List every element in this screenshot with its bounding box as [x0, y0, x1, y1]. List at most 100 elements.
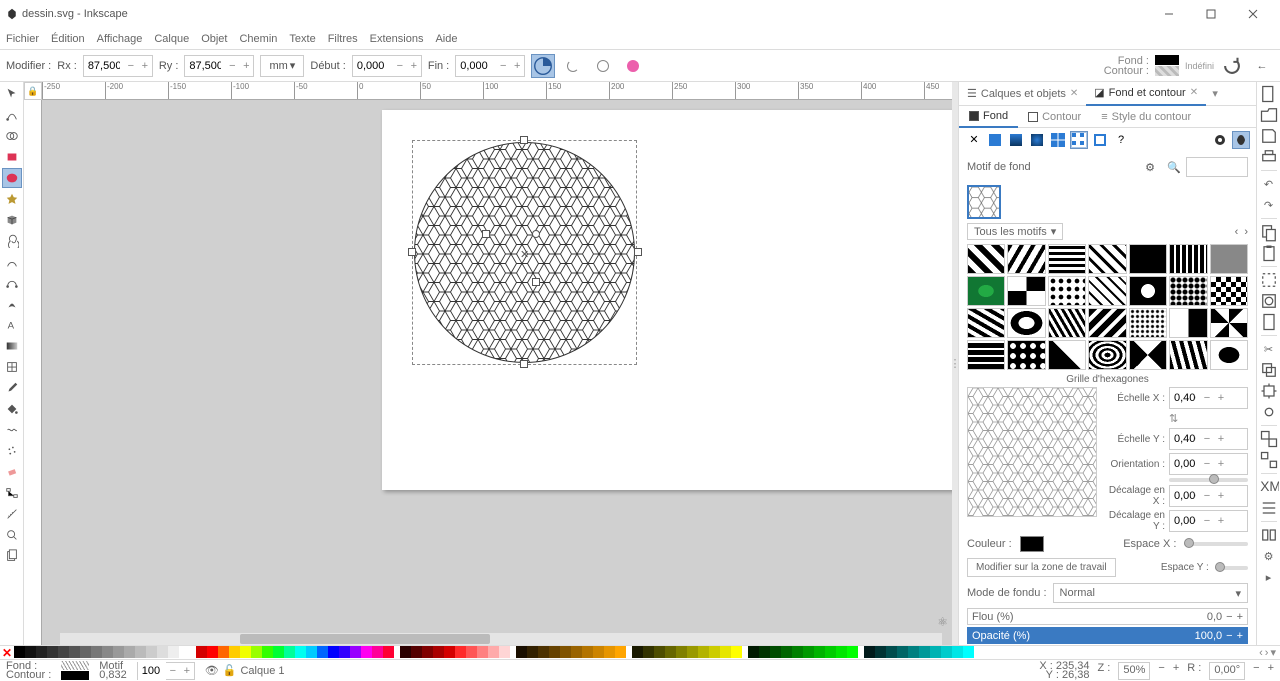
- cmd-duplicate[interactable]: [1259, 360, 1279, 380]
- palette-color[interactable]: [146, 646, 157, 658]
- sel-handle-e[interactable]: [634, 248, 642, 256]
- palette-color[interactable]: [560, 646, 571, 658]
- link-icon[interactable]: ⇅: [1169, 412, 1178, 425]
- ry-field[interactable]: −+: [184, 55, 254, 77]
- subtab-contour[interactable]: Contour: [1018, 106, 1091, 128]
- cmd-undo[interactable]: ↶: [1259, 174, 1279, 194]
- palette-color[interactable]: [615, 646, 626, 658]
- pattern-swatch[interactable]: [1048, 244, 1086, 274]
- cmd-unlink[interactable]: [1259, 402, 1279, 422]
- cmd-clone[interactable]: [1259, 381, 1279, 401]
- refresh-icon[interactable]: [1220, 54, 1244, 78]
- fin-input[interactable]: [456, 56, 496, 76]
- menu-calque[interactable]: Calque: [154, 33, 189, 45]
- menu-fichier[interactable]: Fichier: [6, 33, 39, 45]
- palette-color[interactable]: [919, 646, 930, 658]
- palette-color[interactable]: [676, 646, 687, 658]
- menu-texte[interactable]: Texte: [289, 33, 315, 45]
- palette-menu[interactable]: ▾: [1270, 646, 1276, 659]
- fin-field[interactable]: −+: [455, 55, 525, 77]
- fond-swatch[interactable]: [1155, 55, 1179, 65]
- palette-color[interactable]: [433, 646, 444, 658]
- palette-color[interactable]: [720, 646, 731, 658]
- palette-color[interactable]: [654, 646, 665, 658]
- current-pattern-swatch[interactable]: [967, 185, 1001, 219]
- close-button[interactable]: [1232, 0, 1274, 28]
- cmd-paste[interactable]: [1259, 243, 1279, 263]
- palette-color[interactable]: [157, 646, 168, 658]
- rx-field[interactable]: −+: [83, 55, 153, 77]
- palette-color[interactable]: [25, 646, 36, 658]
- pattern-swatch[interactable]: [967, 276, 1005, 306]
- palette-color[interactable]: [229, 646, 240, 658]
- palette-color[interactable]: [411, 646, 422, 658]
- cmd-align[interactable]: [1259, 525, 1279, 545]
- pattern-swatch[interactable]: [1169, 244, 1207, 274]
- pattern-swatch[interactable]: [1048, 340, 1086, 370]
- subtab-fond[interactable]: Fond: [959, 106, 1018, 128]
- calligraphy-tool[interactable]: [2, 294, 22, 314]
- palette-color[interactable]: [886, 646, 897, 658]
- pattern-swatch[interactable]: [1169, 340, 1207, 370]
- minimize-button[interactable]: [1148, 0, 1190, 28]
- pattern-swatch[interactable]: [1210, 244, 1248, 274]
- arc-slice-button[interactable]: [531, 54, 555, 78]
- pattern-swatch[interactable]: [1129, 340, 1167, 370]
- palette-color[interactable]: [306, 646, 317, 658]
- shape-builder-tool[interactable]: [2, 126, 22, 146]
- palette-color[interactable]: [643, 646, 654, 658]
- palette-color[interactable]: [698, 646, 709, 658]
- orient-slider[interactable]: [1169, 478, 1248, 482]
- palette-color[interactable]: [207, 646, 218, 658]
- paint-radial[interactable]: [1028, 131, 1046, 149]
- rx-input[interactable]: [84, 56, 124, 76]
- palette-color[interactable]: [864, 646, 875, 658]
- palette-color[interactable]: [102, 646, 113, 658]
- palette-color[interactable]: [632, 646, 643, 658]
- dock-menu-button[interactable]: ▾: [1206, 87, 1224, 100]
- palette-color[interactable]: [963, 646, 974, 658]
- palette-color[interactable]: [317, 646, 328, 658]
- bezier-tool[interactable]: [2, 273, 22, 293]
- palette-color[interactable]: [687, 646, 698, 658]
- cmd-zoom-sel[interactable]: [1259, 270, 1279, 290]
- palette-color[interactable]: [444, 646, 455, 658]
- palette-color[interactable]: [262, 646, 273, 658]
- palette-color[interactable]: [273, 646, 284, 658]
- blend-mode-select[interactable]: Normal▾: [1053, 583, 1248, 603]
- palette-color[interactable]: [328, 646, 339, 658]
- pattern-swatch[interactable]: [1210, 308, 1248, 338]
- pattern-swatch[interactable]: [1210, 340, 1248, 370]
- tweak-tool[interactable]: [2, 420, 22, 440]
- pattern-swatch[interactable]: [1129, 244, 1167, 274]
- sel-handle-inner2[interactable]: [532, 230, 540, 238]
- status-fond-swatch[interactable]: [61, 661, 89, 670]
- palette-color[interactable]: [781, 646, 792, 658]
- palette-color[interactable]: [295, 646, 306, 658]
- spray-tool[interactable]: [2, 441, 22, 461]
- paint-pattern[interactable]: [1070, 131, 1088, 149]
- menu-aide[interactable]: Aide: [435, 33, 457, 45]
- ry-plus-icon[interactable]: +: [239, 60, 253, 72]
- palette-color[interactable]: [350, 646, 361, 658]
- ellipse-tool[interactable]: [2, 168, 22, 188]
- palette-color[interactable]: [527, 646, 538, 658]
- revert-icon[interactable]: ←: [1250, 54, 1274, 78]
- arc-chord-button[interactable]: [591, 54, 615, 78]
- offset-y-field[interactable]: −+: [1169, 510, 1248, 532]
- opacity-slider[interactable]: Opacité (%)−+: [967, 627, 1248, 644]
- ry-minus-icon[interactable]: −: [225, 60, 239, 72]
- palette-color[interactable]: [803, 646, 814, 658]
- palette-color[interactable]: [836, 646, 847, 658]
- cmd-redo[interactable]: ↷: [1259, 195, 1279, 215]
- palette-color[interactable]: [847, 646, 858, 658]
- subtab-style[interactable]: ≡Style du contour: [1091, 106, 1201, 128]
- palette-color[interactable]: [124, 646, 135, 658]
- pattern-swatch[interactable]: [1129, 276, 1167, 306]
- palette-color[interactable]: [897, 646, 908, 658]
- orient-field[interactable]: −+: [1169, 453, 1248, 475]
- palette-color[interactable]: [665, 646, 676, 658]
- pattern-swatch[interactable]: [1088, 308, 1126, 338]
- pattern-prev-button[interactable]: ‹: [1235, 226, 1239, 238]
- cmd-print[interactable]: [1259, 147, 1279, 167]
